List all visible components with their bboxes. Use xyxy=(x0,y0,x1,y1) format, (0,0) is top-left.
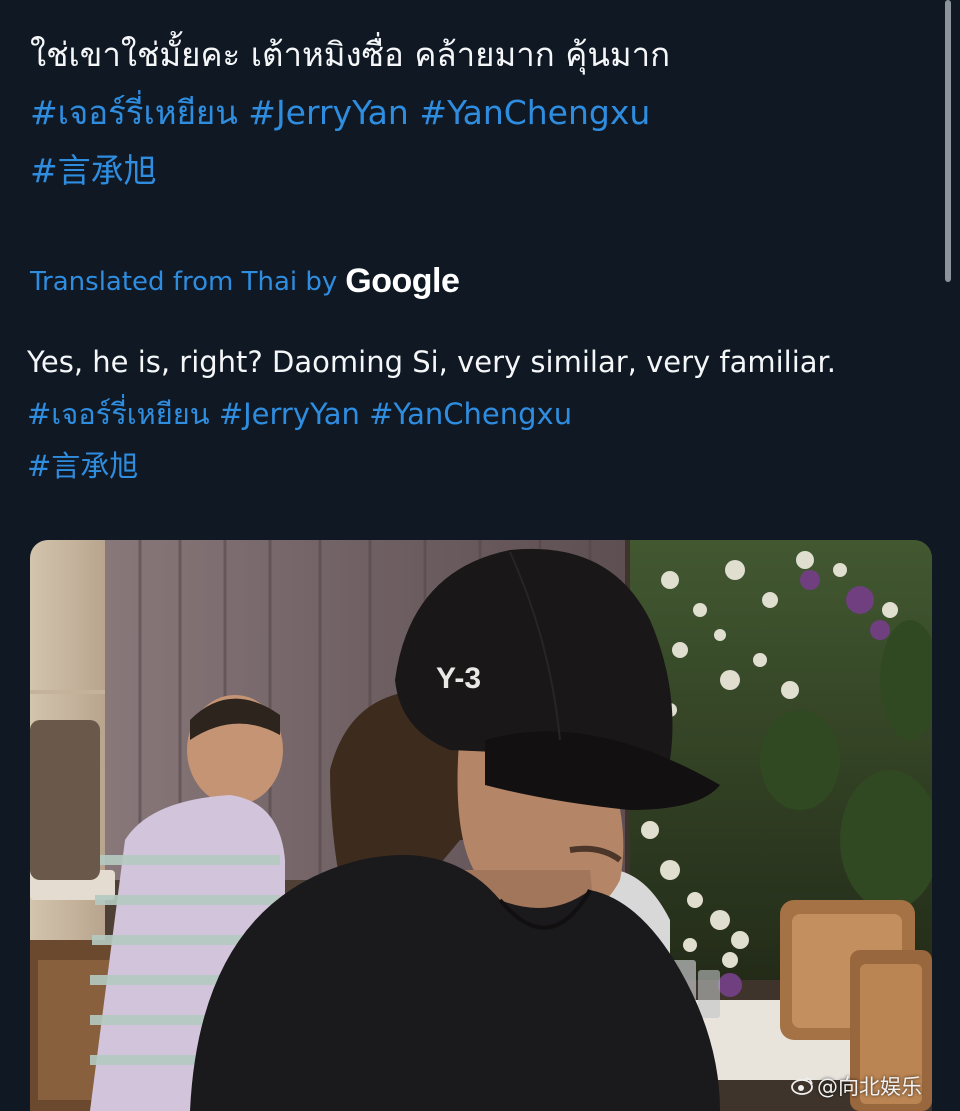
hashtag-link[interactable]: #言承旭 xyxy=(27,449,138,483)
translated-hashtags-row-2: #言承旭 xyxy=(27,452,138,481)
post-container: ใช่เขาใช่มั้ยคะ เต้าหมิงซื่อ คล้ายมาก คุ… xyxy=(0,0,960,1111)
translation-attribution[interactable]: Translated from Thai by Google xyxy=(30,262,460,301)
hashtag-link[interactable]: #言承旭 xyxy=(30,151,157,190)
hashtag-link[interactable]: #JerryYan xyxy=(219,397,360,431)
original-hashtags-row-1: #เจอร์รี่เหยียน #JerryYan #YanChengxu xyxy=(30,96,650,129)
hashtag-link[interactable]: #JerryYan xyxy=(248,93,409,132)
hashtag-link[interactable]: #YanChengxu xyxy=(419,93,650,132)
translated-text: Yes, he is, right? Daoming Si, very simi… xyxy=(27,345,837,379)
watermark-text: @向北娱乐 xyxy=(817,1075,922,1099)
photo-illustration: Y-3 xyxy=(30,540,932,1111)
hashtag-link[interactable]: #เจอร์รี่เหยียน xyxy=(27,397,210,431)
watermark: @向北娱乐 xyxy=(790,1071,922,1101)
original-hashtags-row-2: #言承旭 xyxy=(30,154,157,187)
hashtag-link[interactable]: #เจอร์รี่เหยียน xyxy=(30,93,238,132)
hashtag-link[interactable]: #YanChengxu xyxy=(369,397,572,431)
scrollbar-thumb[interactable] xyxy=(945,0,951,282)
original-text: ใช่เขาใช่มั้ยคะ เต้าหมิงซื่อ คล้ายมาก คุ… xyxy=(30,35,671,74)
translated-from-label: Translated from Thai by xyxy=(30,266,338,297)
post-photo[interactable]: Y-3 @向北娱乐 xyxy=(30,540,932,1111)
google-logo: Google xyxy=(345,262,460,300)
weibo-eye-icon xyxy=(791,1077,813,1095)
translated-hashtags-row-1: #เจอร์รี่เหยียน #JerryYan #YanChengxu xyxy=(27,400,572,429)
